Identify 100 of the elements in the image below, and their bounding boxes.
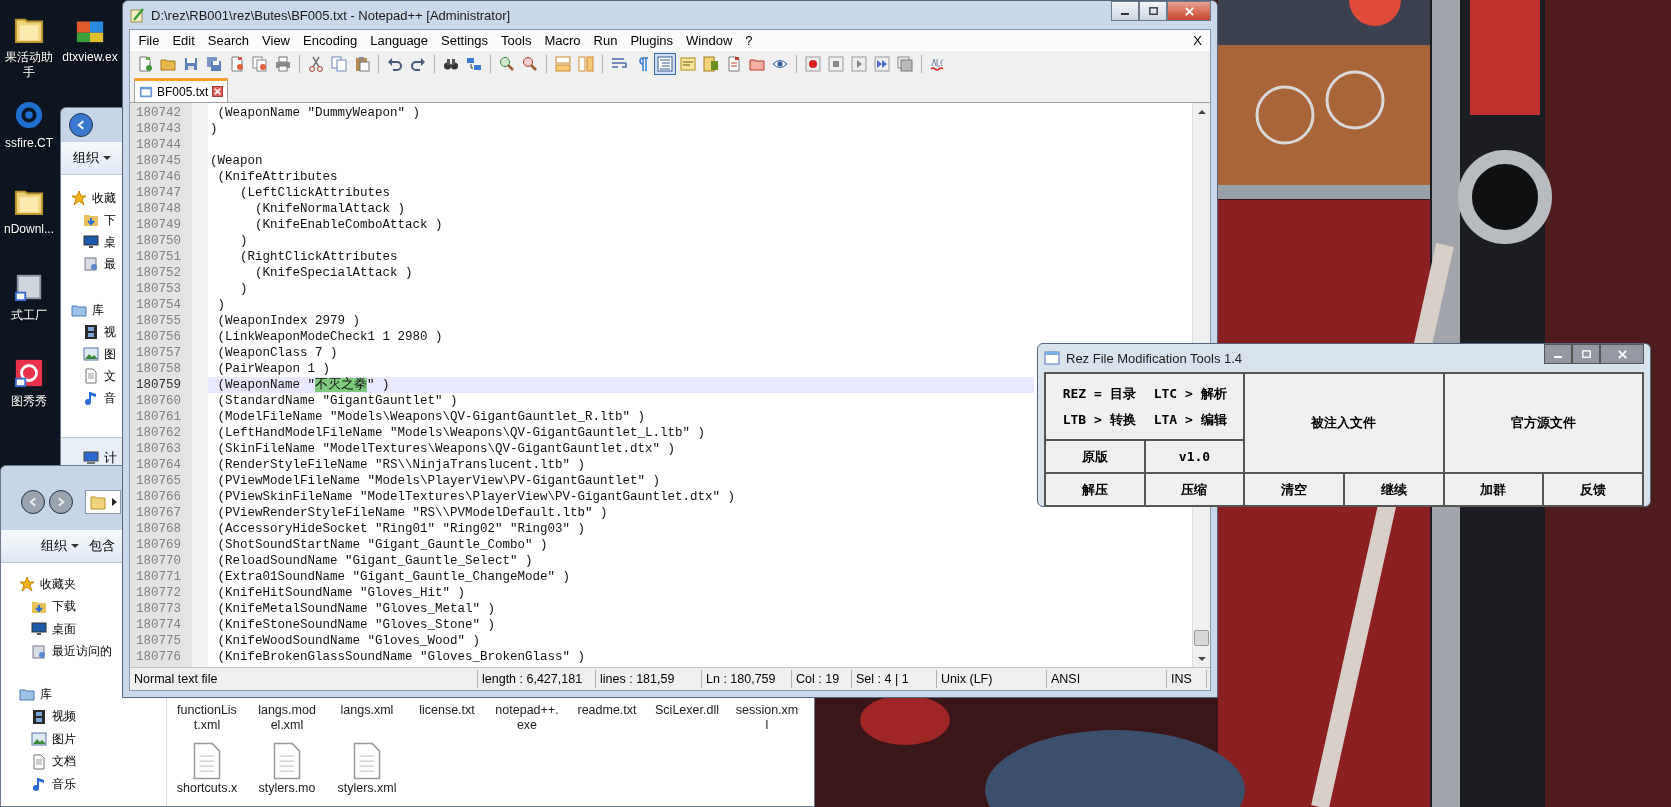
- file-name[interactable]: SciLexer.dll: [647, 703, 727, 733]
- desktop-icon-label[interactable]: dtxview.ex: [62, 50, 118, 65]
- file-name[interactable]: stylers.xml: [337, 781, 397, 795]
- menu-item[interactable]: Edit: [165, 32, 202, 48]
- close-icon: [1616, 348, 1628, 360]
- nav-item[interactable]: 文: [104, 367, 116, 385]
- tool-button[interactable]: 清空: [1245, 474, 1343, 505]
- maximize-button[interactable]: [1139, 1, 1167, 21]
- menu-item[interactable]: Tools: [494, 32, 538, 48]
- nav-item[interactable]: 文档: [52, 753, 76, 771]
- tool-button[interactable]: 继续: [1345, 474, 1443, 505]
- file-name[interactable]: license.txt: [407, 703, 487, 733]
- file-name[interactable]: readme.txt: [567, 703, 647, 733]
- fast-forward-icon: [874, 55, 890, 72]
- forward-button[interactable]: [49, 490, 73, 514]
- tool-button[interactable]: 解压: [1046, 474, 1144, 505]
- nav-item[interactable]: 音乐: [52, 775, 76, 793]
- menu-item[interactable]: File: [132, 32, 166, 48]
- file-name[interactable]: stylers.mo: [258, 781, 316, 795]
- tool-button[interactable]: 加群: [1444, 474, 1543, 505]
- tool-button[interactable]: 官方源文件: [1444, 374, 1642, 472]
- menu-item[interactable]: Macro: [537, 32, 588, 48]
- file-name[interactable]: langs.model.xml: [247, 703, 327, 733]
- save-macro-icon: [897, 55, 913, 72]
- nav-item[interactable]: 收藏: [92, 189, 116, 207]
- code-line: (WeaponName "DummyWeapon" ): [216, 106, 421, 120]
- menu-item[interactable]: Window: [679, 32, 739, 48]
- file-name[interactable]: functionList.xml: [167, 703, 247, 733]
- menu-item[interactable]: Plugins: [623, 32, 680, 48]
- include-in-library-menu[interactable]: 包含: [89, 537, 115, 555]
- line-number: 180775: [136, 633, 181, 649]
- menu-item[interactable]: Run: [587, 32, 624, 48]
- organize-menu[interactable]: 组织: [73, 149, 99, 167]
- line-number: 180762: [136, 425, 181, 441]
- minimize-button[interactable]: [1111, 1, 1139, 21]
- tool-button[interactable]: 被注入文件: [1245, 374, 1443, 472]
- code-line: (ReloadSoundName "Gigant_Gauntle_Select" ): [216, 554, 533, 568]
- menu-item[interactable]: Search: [201, 32, 256, 48]
- computer-icon: [83, 450, 99, 466]
- close-button[interactable]: [1167, 1, 1211, 21]
- file-name[interactable]: langs.xml: [327, 703, 407, 733]
- desktop-icon-label[interactable]: 果活动助手: [0, 50, 58, 80]
- dropdown-icon: [103, 154, 111, 162]
- desktop-icon-label[interactable]: nDownl...: [4, 222, 54, 237]
- tool-button[interactable]: 反馈: [1544, 474, 1642, 505]
- app-icon[interactable]: [14, 358, 44, 388]
- nav-item[interactable]: 库: [40, 685, 52, 703]
- file-name[interactable]: shortcuts.x: [176, 781, 238, 795]
- nav-item[interactable]: 最: [104, 255, 116, 273]
- address-bar[interactable]: [85, 490, 121, 514]
- gear-icon[interactable]: [14, 100, 44, 130]
- minimize-icon: [1121, 13, 1129, 15]
- nav-item[interactable]: 收藏夹: [40, 575, 76, 593]
- nav-item[interactable]: 视: [104, 323, 116, 341]
- desktop-icon-label[interactable]: 图秀秀: [11, 394, 47, 409]
- code-line: ): [216, 298, 225, 312]
- menu-item[interactable]: View: [255, 32, 297, 48]
- nav-item[interactable]: 桌面: [52, 620, 76, 638]
- tool-button[interactable]: 原版: [1046, 441, 1144, 472]
- desktop-icon-label[interactable]: 式工厂: [11, 308, 47, 323]
- code-line: ): [239, 282, 248, 296]
- back-button[interactable]: [21, 490, 45, 514]
- nav-item[interactable]: 桌: [104, 233, 116, 251]
- up-arrow-icon: [1197, 109, 1206, 114]
- recent-places-icon: [83, 256, 99, 272]
- shortcut-app-icon[interactable]: [14, 272, 44, 302]
- nav-item[interactable]: 图片: [52, 730, 76, 748]
- nav-item[interactable]: 库: [92, 301, 104, 319]
- nav-item[interactable]: 下: [104, 211, 116, 229]
- close-document-button[interactable]: X: [1185, 32, 1210, 48]
- maximize-button[interactable]: [1572, 344, 1600, 364]
- toolbar-button[interactable]: [654, 52, 676, 75]
- music-note-icon: [31, 776, 47, 793]
- nav-item[interactable]: 图: [104, 345, 116, 363]
- close-button[interactable]: [1600, 344, 1644, 364]
- menu-item[interactable]: ?: [738, 32, 760, 48]
- minimize-button[interactable]: [1544, 344, 1572, 364]
- nav-item[interactable]: 最近访问的: [52, 643, 112, 661]
- scrollbar-thumb[interactable]: [1194, 630, 1209, 646]
- new-file-icon: [137, 55, 153, 72]
- notepad-icon: [129, 7, 145, 23]
- menu-item[interactable]: Language: [363, 32, 435, 48]
- tool-button[interactable]: 压缩: [1145, 474, 1244, 505]
- file-name[interactable]: notepad++.exe: [487, 703, 567, 733]
- print-icon: [275, 55, 291, 72]
- file-name[interactable]: session.xml: [727, 703, 807, 733]
- close-tab-icon[interactable]: [212, 86, 224, 97]
- language-icon: [680, 55, 696, 72]
- down-arrow-icon: [1197, 656, 1206, 661]
- nav-item[interactable]: 音: [104, 389, 116, 407]
- nav-item[interactable]: 视频: [52, 708, 76, 726]
- document-tab[interactable]: BF005.txt: [134, 78, 229, 102]
- back-button[interactable]: [69, 113, 93, 137]
- line-number: 180751: [136, 249, 181, 265]
- menu-item[interactable]: Settings: [434, 32, 495, 48]
- nav-item[interactable]: 下载: [52, 598, 76, 616]
- menu-item[interactable]: Encoding: [296, 32, 364, 48]
- desktop-icon-label[interactable]: ssfire.CT: [5, 136, 53, 151]
- code-line: (KnifeNormalAttack ): [254, 202, 406, 216]
- organize-menu[interactable]: 组织: [41, 537, 67, 555]
